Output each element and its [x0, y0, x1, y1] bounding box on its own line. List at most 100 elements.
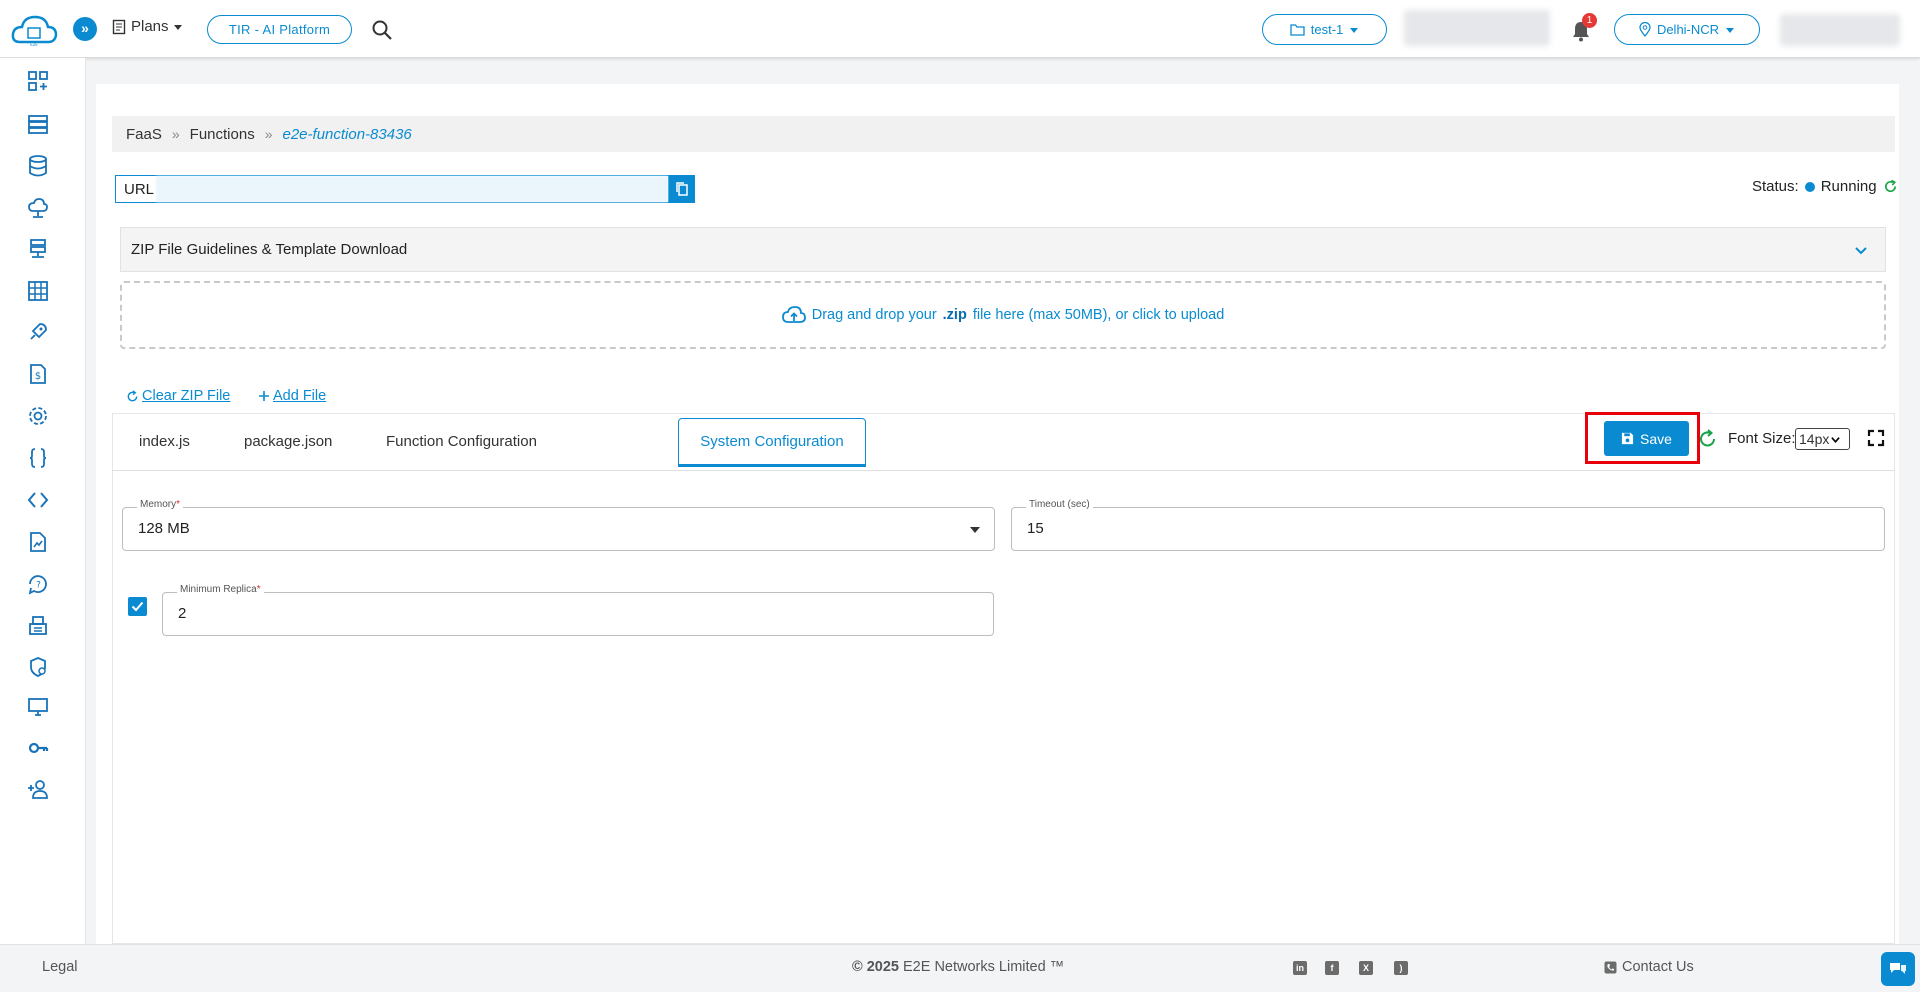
breadcrumb-functions[interactable]: Functions	[190, 126, 255, 143]
reset-icon	[127, 389, 138, 401]
chevron-down-icon	[1831, 436, 1841, 443]
save-label: Save	[1640, 430, 1672, 447]
tir-platform-button[interactable]: TIR - AI Platform	[207, 15, 352, 44]
zip-upload-dropzone[interactable]: Drag and drop your .zip file here (max 5…	[120, 281, 1886, 349]
url-label: URL	[124, 180, 155, 198]
folder-icon	[1290, 24, 1305, 36]
search-icon[interactable]	[371, 19, 393, 41]
project-selector[interactable]: test-1	[1262, 14, 1387, 45]
database-icon[interactable]	[26, 154, 50, 178]
key-icon[interactable]	[26, 736, 50, 760]
billing-icon[interactable]: $	[26, 362, 50, 386]
code-icon[interactable]	[26, 488, 50, 512]
tab-package-json[interactable]: package.json	[244, 433, 332, 450]
save-button[interactable]: Save	[1604, 421, 1689, 456]
url-field: URL	[115, 175, 669, 203]
clear-zip-label: Clear ZIP File	[142, 388, 231, 404]
linkedin-icon[interactable]: in	[1293, 961, 1307, 975]
font-size-value: 14px	[1799, 431, 1830, 447]
timeout-value: 15	[1027, 520, 1044, 537]
checkmark-icon	[131, 601, 144, 612]
region-label: Delhi-NCR	[1656, 22, 1720, 37]
legal-link[interactable]: Legal	[42, 959, 77, 975]
expand-sidebar-button[interactable]: »	[73, 17, 97, 41]
functions-braces-icon[interactable]	[26, 446, 50, 470]
tab-system-configuration[interactable]: System Configuration	[678, 418, 866, 467]
zip-guidelines-accordion[interactable]: ZIP File Guidelines & Template Download	[120, 227, 1886, 272]
copy-url-button[interactable]	[669, 175, 695, 203]
project-label: test-1	[1310, 22, 1344, 37]
table-grid-icon[interactable]	[26, 279, 50, 303]
accordion-title: ZIP File Guidelines & Template Download	[131, 241, 408, 258]
cloud-upload-icon	[781, 306, 806, 323]
font-size-select[interactable]: 14px	[1795, 428, 1850, 450]
breadcrumb-separator: »	[171, 126, 180, 142]
server-icon[interactable]	[26, 112, 50, 136]
chevron-down-icon	[1855, 247, 1867, 255]
container-registry-icon[interactable]	[26, 613, 50, 637]
breadcrumb-faas[interactable]: FaaS	[126, 126, 162, 143]
region-selector[interactable]: Delhi-NCR	[1614, 14, 1760, 45]
footer: Legal © 2025 E2E Networks Limited ™ in f…	[0, 944, 1920, 992]
clear-zip-file-link[interactable]: Clear ZIP File	[126, 388, 230, 404]
refresh-icon[interactable]	[1883, 179, 1898, 194]
reset-editor-icon[interactable]	[1697, 428, 1719, 450]
fullscreen-icon[interactable]	[1867, 429, 1885, 447]
settings-gear-icon[interactable]	[26, 404, 50, 428]
add-user-icon[interactable]	[26, 777, 50, 801]
memory-value: 128 MB	[138, 520, 190, 537]
dropzone-text-before: Drag and drop your	[811, 307, 937, 323]
contact-us-link[interactable]: Contact Us	[1604, 959, 1694, 975]
help-sync-icon[interactable]: ?	[26, 572, 50, 596]
tab-index-js[interactable]: index.js	[139, 433, 190, 450]
x-icon[interactable]: X	[1359, 961, 1373, 975]
dropzone-text-after: file here (max 50MB), or click to upload	[972, 307, 1225, 323]
min-replica-input[interactable]: Minimum Replica* 2	[162, 584, 994, 636]
editor-panel	[112, 413, 1895, 944]
monitor-icon[interactable]	[26, 695, 50, 719]
memory-label: Memory*	[137, 499, 184, 510]
chat-icon	[1890, 963, 1906, 974]
chat-support-button[interactable]	[1881, 952, 1915, 986]
min-replica-label: Minimum Replica*	[177, 584, 264, 595]
sidebar: $ ?	[0, 58, 86, 944]
caret-down-icon	[173, 24, 182, 30]
plans-menu[interactable]: Plans	[111, 18, 183, 35]
cloud-network-icon[interactable]	[26, 196, 50, 220]
document-icon	[112, 19, 126, 34]
breadcrumb-separator: »	[264, 126, 273, 142]
tab-function-configuration[interactable]: Function Configuration	[386, 433, 537, 450]
breadcrumb-current: e2e-function-83436	[282, 125, 412, 143]
security-shield-icon[interactable]	[26, 655, 50, 679]
svg-text:$: $	[35, 371, 41, 382]
svg-text:?: ?	[36, 581, 41, 591]
font-size-label: Font Size:	[1728, 430, 1796, 447]
file-chart-icon[interactable]	[26, 530, 50, 554]
memory-select[interactable]: Memory* 128 MB	[122, 499, 995, 551]
redacted-user-menu[interactable]	[1780, 14, 1900, 46]
timeout-label: Timeout (sec)	[1026, 499, 1093, 510]
svg-text:E2E: E2E	[30, 42, 38, 47]
rocket-icon[interactable]	[26, 320, 50, 344]
caret-down-icon	[1726, 27, 1735, 33]
facebook-icon[interactable]: f	[1325, 961, 1339, 975]
contact-label: Contact Us	[1622, 959, 1694, 975]
function-status: Status: Running	[1752, 178, 1898, 195]
plus-icon	[259, 391, 269, 401]
dashboard-add-icon[interactable]	[26, 69, 50, 93]
redacted-account-info	[1404, 10, 1550, 46]
copyright-text: © 2025 E2E Networks Limited ™	[852, 959, 1065, 975]
e2e-logo-icon[interactable]: E2E	[10, 12, 58, 48]
add-file-label: Add File	[273, 388, 327, 404]
min-replica-checkbox[interactable]	[128, 597, 147, 616]
status-dot	[1804, 181, 1815, 192]
url-value-redacted[interactable]	[156, 176, 668, 202]
top-bar: E2E » Plans TIR - AI Platform test-1 1 D…	[0, 0, 1920, 58]
rss-icon[interactable]: )	[1394, 961, 1408, 975]
add-file-link[interactable]: Add File	[258, 388, 326, 404]
min-replica-value: 2	[178, 605, 187, 622]
timeout-input[interactable]: Timeout (sec) 15	[1011, 499, 1885, 551]
status-label: Status:	[1752, 178, 1799, 195]
status-value: Running	[1820, 178, 1877, 195]
server-stack-icon[interactable]	[26, 237, 50, 261]
